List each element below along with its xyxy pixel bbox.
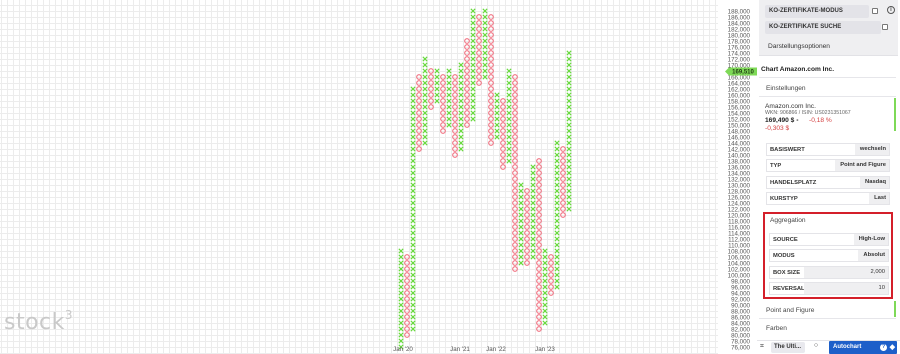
o-column	[452, 74, 458, 158]
tag-icon[interactable]: ◆	[890, 343, 895, 351]
setting-kurstyp[interactable]: KURSTYP Last	[766, 192, 890, 205]
point-and-figure-section[interactable]: Point and Figure	[766, 307, 814, 314]
einstellungen-label[interactable]: Einstellungen	[766, 85, 806, 92]
price-tag-label: 169,510	[732, 70, 754, 76]
agg-source[interactable]: SOURCE High-Low	[769, 233, 889, 246]
agg-modus[interactable]: MODUS Absolut	[769, 249, 889, 262]
modus-checkbox[interactable]	[872, 8, 878, 14]
ko-zertifikate-suche-button[interactable]: KO-ZERTIFIKATE SUCHE	[765, 21, 881, 34]
modus-select[interactable]: Absolut	[858, 250, 888, 261]
y-tick-label: 76,000	[731, 344, 750, 351]
o-column	[404, 254, 410, 338]
farben-section[interactable]: Farben	[766, 325, 787, 332]
x-tick-label: Jan '22	[486, 346, 506, 353]
o-column	[500, 98, 506, 170]
bottom-toolbar: ⌗ The Ulti... ○ Autochart ? ◆	[757, 340, 900, 354]
setting-typ[interactable]: TYP Point and Figure	[766, 159, 890, 172]
stock-ids: WKN: 906866 / ISIN: US0231351067	[765, 110, 851, 116]
agg-reversal[interactable]: REVERSAL 10	[769, 282, 889, 295]
divider	[759, 318, 896, 319]
chart-grid	[0, 0, 718, 354]
pnf-chart[interactable]: 188,000 186,000 184,000 182,000 180,000 178,0…	[0, 0, 757, 354]
agg-box-size[interactable]: BOX SIZE 2,000	[769, 266, 889, 279]
display-options-link[interactable]: Darstellungsoptionen	[768, 43, 830, 50]
menu-panel: KO-ZERTIFIKATE-MODUS i KO-ZERTIFIKATE SU…	[759, 0, 898, 56]
o-column	[476, 14, 482, 86]
aggregation-box: Aggregation SOURCE High-Low MODUS Absolu…	[763, 212, 893, 299]
setting-handelsplatz[interactable]: HANDELSPLATZ Nasdaq	[766, 176, 890, 189]
pnf-chart-svg: 188,000186,000184,000182,000180,000178,0…	[0, 0, 757, 354]
autochart-button[interactable]: Autochart ? ◆	[829, 341, 897, 354]
x-column	[482, 8, 488, 80]
y-axis: 188,000186,000184,000182,000180,000178,0…	[728, 8, 751, 351]
grid-icon[interactable]: ⌗	[760, 343, 764, 351]
handelsplatz-select[interactable]: Nasdaq	[860, 177, 889, 188]
divider	[759, 77, 896, 78]
help-icon[interactable]: ?	[880, 344, 887, 351]
o-column	[560, 146, 566, 218]
x-column	[434, 68, 440, 104]
stock-change-pct: -0,18 %	[809, 117, 832, 124]
typ-select[interactable]: Point and Figure	[835, 160, 889, 171]
x-tick-label: Jan '21	[450, 346, 470, 353]
stock-name: Amazon.com Inc.	[765, 103, 816, 110]
ko-zertifikate-modus-button[interactable]: KO-ZERTIFIKATE-MODUS	[765, 5, 869, 18]
stock3-watermark: stock3	[4, 308, 74, 335]
kurstyp-select[interactable]: Last	[869, 193, 889, 204]
info-icon[interactable]: i	[887, 6, 895, 14]
suche-checkbox[interactable]	[882, 24, 888, 30]
x-tick-label: Jan '20	[393, 346, 413, 353]
section-accent-bar	[894, 98, 896, 131]
layout-select[interactable]: ○	[806, 342, 826, 353]
stock-change-abs: -0,303 $	[765, 125, 790, 132]
section-accent-bar	[894, 301, 896, 317]
aggregation-title: Aggregation	[770, 217, 806, 224]
x-column	[494, 92, 500, 140]
reversal-input[interactable]: 10	[804, 283, 888, 294]
sidebar: KO-ZERTIFIKATE-MODUS i KO-ZERTIFIKATE SU…	[757, 0, 900, 340]
x-column	[518, 182, 524, 266]
box-size-input[interactable]: 2,000	[804, 267, 888, 278]
source-select[interactable]: High-Low	[853, 234, 888, 245]
basiswert-button[interactable]: wechseln	[854, 144, 889, 155]
app-root: 188,000 186,000 184,000 182,000 180,000 178,0…	[0, 0, 900, 354]
layout-tab[interactable]: The Ulti...	[771, 342, 805, 353]
stock-price: 169,490 $ •	[765, 117, 799, 124]
divider	[759, 96, 896, 97]
x-tick-label: Jan '23	[535, 346, 555, 353]
setting-basiswert[interactable]: BASISWERT wechseln	[766, 143, 890, 156]
sidebar-chart-title: Chart Amazon.com Inc.	[761, 66, 835, 73]
price-tag-group: 169,510	[725, 67, 757, 76]
